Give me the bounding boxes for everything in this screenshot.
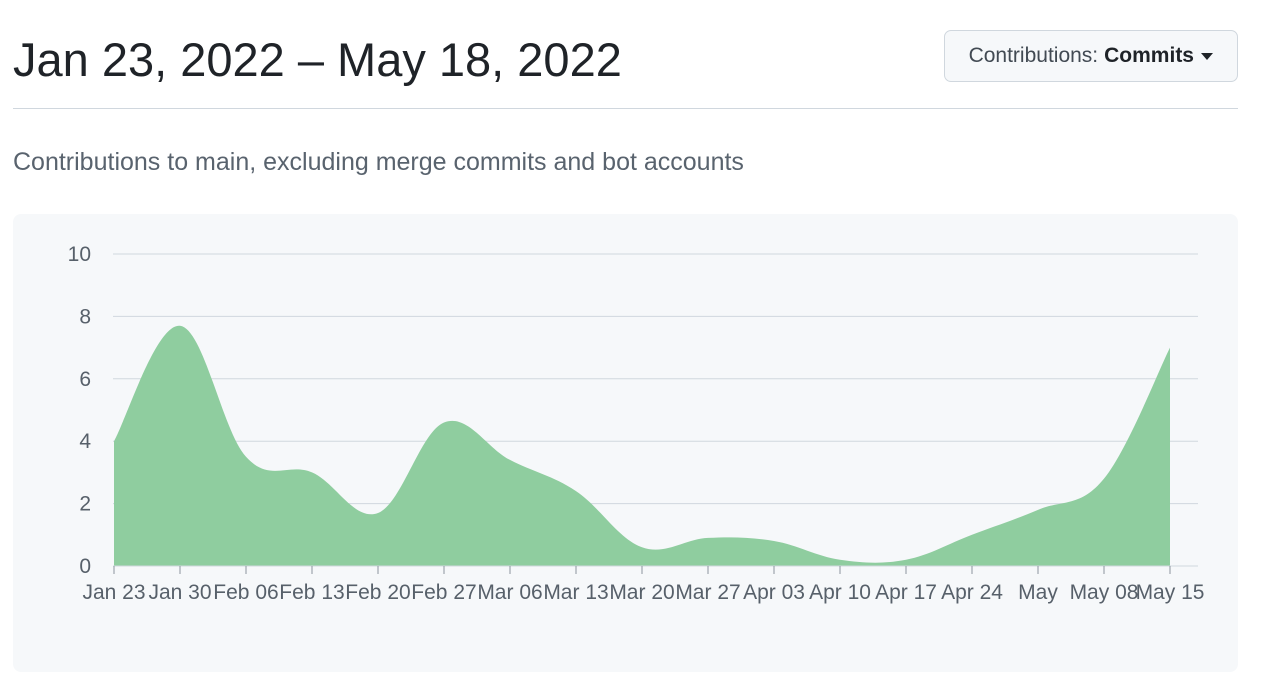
y-tick-label: 6 [79, 368, 91, 391]
contributions-label: Contributions: [968, 44, 1099, 67]
page-title: Jan 23, 2022 – May 18, 2022 [13, 33, 622, 86]
contributions-area-chart: 0 2 4 6 8 10 Jan 23 Jan 30 Feb 06 Feb 13 Feb 20 Feb… [68, 243, 1205, 604]
x-tick-label: Feb 27 [411, 581, 476, 604]
y-tick-label: 0 [79, 555, 91, 578]
x-tick-label: Apr 24 [941, 581, 1003, 604]
header: Jan 23, 2022 – May 18, 2022 Contribution… [13, 24, 1238, 109]
x-tick-label: Mar 20 [609, 581, 674, 604]
contributions-value: Commits [1104, 44, 1194, 67]
x-tick-label: Apr 17 [875, 581, 937, 604]
x-tick-label: May 15 [1136, 581, 1205, 604]
series-area [114, 325, 1170, 566]
page: Jan 23, 2022 – May 18, 2022 Contribution… [0, 0, 1281, 681]
contributions-dropdown-button[interactable]: Contributions: Commits [943, 30, 1238, 82]
caret-down-icon [1201, 52, 1213, 60]
x-tick-label: Feb 13 [279, 581, 344, 604]
x-tick-label: Feb 06 [213, 581, 278, 604]
x-tick-label: May 08 [1070, 581, 1139, 604]
x-tick-label: Mar 06 [477, 581, 542, 604]
x-tick-label: May [1018, 581, 1058, 604]
x-tick-label: Apr 03 [743, 581, 805, 604]
y-tick-label: 8 [79, 305, 91, 328]
chart-subtitle: Contributions to main, excluding merge c… [13, 148, 744, 176]
x-tick-label: Apr 10 [809, 581, 871, 604]
x-tick-label: Jan 23 [82, 581, 145, 604]
y-tick-label: 10 [68, 243, 91, 266]
y-tick-label: 4 [79, 430, 91, 453]
x-tick-label: Mar 13 [543, 581, 608, 604]
x-tick-label: Jan 30 [148, 581, 211, 604]
x-tick-label: Feb 20 [345, 581, 410, 604]
y-tick-label: 2 [79, 493, 91, 516]
chart-panel: 0 2 4 6 8 10 Jan 23 Jan 30 Feb 06 Feb 13 Feb 20 Feb… [13, 214, 1238, 672]
x-tick-label: Mar 27 [675, 581, 740, 604]
